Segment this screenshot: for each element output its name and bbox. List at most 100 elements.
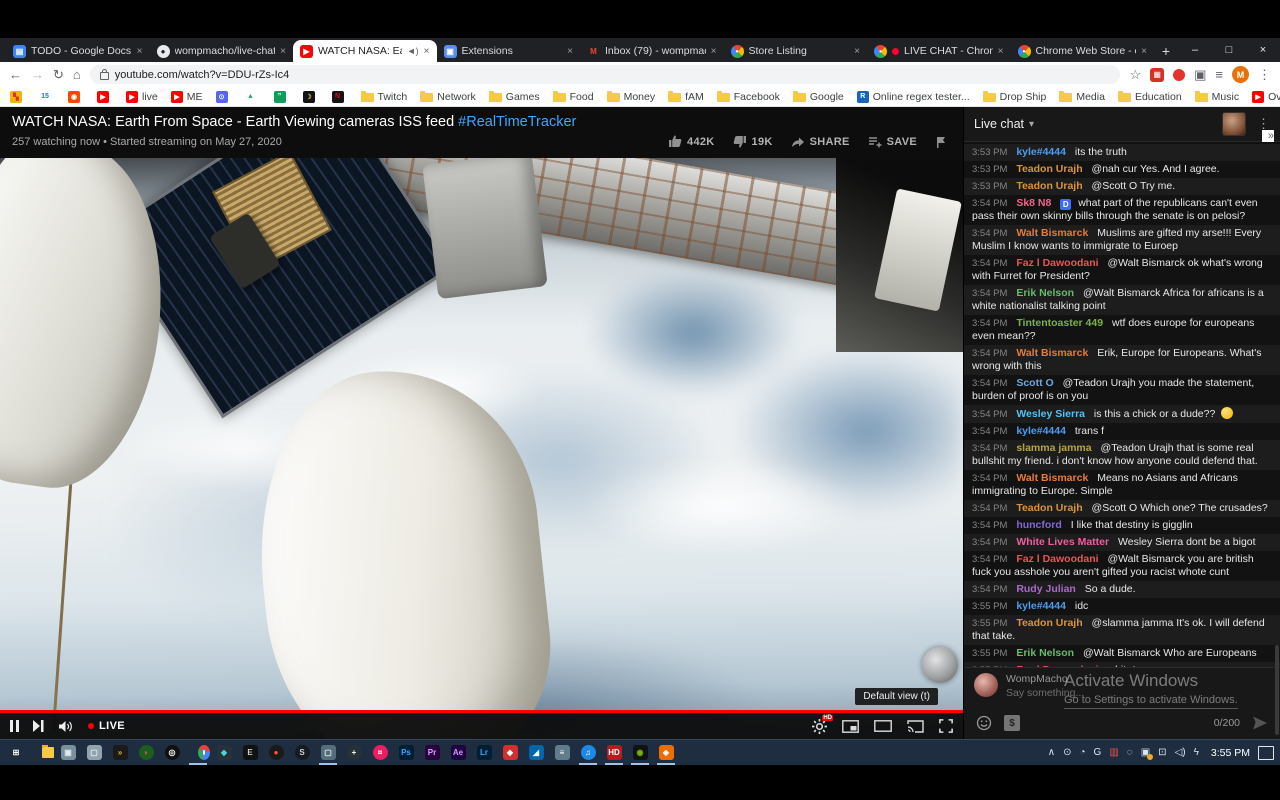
send-button[interactable] bbox=[1252, 716, 1268, 730]
bookmark-item[interactable]: Games bbox=[489, 91, 540, 103]
message-username[interactable]: Faz l Dawoodani bbox=[1016, 553, 1098, 565]
chat-message[interactable]: 3:55 PM Teadon Urajh @slamma jamma It's … bbox=[964, 615, 1280, 645]
home-icon[interactable]: ⌂ bbox=[73, 68, 81, 81]
taskbar-app-button[interactable] bbox=[186, 740, 210, 765]
chat-message[interactable]: 3:54 PM Sk8 N8 D what part of the republ… bbox=[964, 195, 1280, 225]
tab-close-icon[interactable]: × bbox=[1141, 46, 1147, 57]
taskbar-app-button[interactable]: ¤ bbox=[368, 740, 392, 765]
message-username[interactable]: Erik Nelson bbox=[1016, 287, 1074, 299]
message-username[interactable]: kyle#4444 bbox=[1016, 146, 1066, 158]
chat-scrollbar[interactable] bbox=[1275, 645, 1279, 735]
taskbar-app-button[interactable]: Lr bbox=[472, 740, 496, 765]
bookmark-item[interactable]: fAM bbox=[668, 91, 704, 103]
bookmark-item[interactable]: Media bbox=[1059, 91, 1105, 103]
tray-icon[interactable]: ∧ bbox=[1048, 748, 1055, 758]
message-username[interactable]: slamma jamma bbox=[1016, 442, 1091, 454]
profile-avatar[interactable]: M bbox=[1232, 66, 1249, 83]
taskbar-clock[interactable]: 3:55 PM bbox=[1205, 747, 1256, 759]
message-username[interactable]: huncford bbox=[1016, 519, 1062, 531]
chat-message-list[interactable]: 3:53 PM kyle#4444 its the truth 3:53 PM … bbox=[964, 142, 1280, 667]
taskbar-app-button[interactable]: ▢ bbox=[316, 740, 340, 765]
browser-tab[interactable]: • Store Listing × bbox=[724, 40, 868, 62]
browser-tab[interactable]: M Inbox (79) - wompmacho@ × bbox=[580, 40, 724, 62]
message-username[interactable]: Sk8 N8 bbox=[1016, 197, 1051, 209]
bookmark-item[interactable]: ▶ ME bbox=[171, 91, 203, 103]
bookmark-item[interactable]: ▶ live bbox=[126, 91, 158, 103]
chat-message[interactable]: 3:55 PM kyle#4444 idc bbox=[964, 598, 1280, 615]
reload-icon[interactable]: ↻ bbox=[53, 68, 64, 81]
live-chat-title[interactable]: Live chat bbox=[974, 117, 1024, 131]
tray-icon[interactable]: ▥ bbox=[1109, 748, 1118, 758]
live-indicator[interactable]: LIVE bbox=[88, 720, 125, 732]
bookmark-item[interactable]: ▶ Overwatch Conten... bbox=[1252, 91, 1280, 103]
chat-message[interactable]: 3:53 PM kyle#4444 its the truth bbox=[964, 144, 1280, 161]
chat-message[interactable]: 3:54 PM Rudy Julian So a dude. bbox=[964, 581, 1280, 598]
bookmark-item[interactable]: Twitch bbox=[361, 91, 408, 103]
chat-message[interactable]: 3:54 PM kyle#4444 trans f bbox=[964, 423, 1280, 440]
browser-tab[interactable]: ▣ Extensions × bbox=[437, 40, 581, 62]
chat-message[interactable]: 3:54 PM Walt Bismarck Erik, Europe for E… bbox=[964, 345, 1280, 375]
tab-close-icon[interactable]: × bbox=[711, 46, 717, 57]
bookmark-item[interactable]: 15 bbox=[39, 91, 55, 103]
chat-message[interactable]: 3:54 PM Faz l Dawoodani @Walt Bismarck o… bbox=[964, 255, 1280, 285]
tray-icon[interactable]: ◁) bbox=[1175, 748, 1186, 758]
chat-message[interactable]: 3:54 PM Tintentoaster 449 wtf does europ… bbox=[964, 315, 1280, 345]
bookmark-item[interactable]: N bbox=[332, 91, 348, 103]
tab-close-icon[interactable]: × bbox=[137, 46, 143, 57]
browser-tab[interactable]: • Chrome Web Store - emote × bbox=[1011, 40, 1155, 62]
taskbar-app-button[interactable]: ≡ bbox=[550, 740, 574, 765]
browser-tab[interactable]: ● wompmacho/live-chat: A C × bbox=[150, 40, 294, 62]
taskbar-app-button[interactable]: S bbox=[290, 740, 314, 765]
taskbar-app-button[interactable]: Ae bbox=[446, 740, 470, 765]
user-avatar[interactable] bbox=[974, 673, 998, 697]
close-button[interactable]: × bbox=[1246, 38, 1280, 62]
chat-message[interactable]: 3:55 PM Erik Nelson @Walt Bismarck Who a… bbox=[964, 645, 1280, 662]
theater-mode-button[interactable] bbox=[874, 720, 892, 732]
bookmark-item[interactable]: ◉ bbox=[68, 91, 84, 103]
taskbar-app-button[interactable]: ◆ bbox=[212, 740, 236, 765]
chat-message[interactable]: 3:54 PM slamma jamma @Teadon Urajh that … bbox=[964, 440, 1280, 470]
taskbar-app-button[interactable]: ▢ bbox=[82, 740, 106, 765]
bookmark-item[interactable]: Network bbox=[420, 91, 476, 103]
taskbar-app-button[interactable]: + bbox=[342, 740, 366, 765]
message-username[interactable]: Teadon Urajh bbox=[1016, 502, 1082, 514]
chat-message[interactable]: 3:53 PM Teadon Urajh @Scott O Try me. bbox=[964, 178, 1280, 195]
tray-icon[interactable]: ◔ bbox=[1079, 748, 1085, 758]
chevron-down-icon[interactable]: ▾ bbox=[1029, 119, 1034, 130]
settings-button[interactable]: HD bbox=[812, 719, 827, 734]
address-bar[interactable]: youtube.com/watch?v=DDU-rZs-Ic4 bbox=[90, 65, 1121, 84]
bookmark-item[interactable]: ” bbox=[274, 91, 290, 103]
bookmark-item[interactable]: ⊙ bbox=[216, 91, 232, 103]
like-button[interactable]: 442K bbox=[668, 135, 715, 148]
bookmark-star-icon[interactable]: ☆ bbox=[1129, 68, 1141, 81]
message-username[interactable]: Wesley Sierra bbox=[1016, 408, 1085, 420]
taskbar-app-button[interactable]: ◉ bbox=[628, 740, 652, 765]
bookmark-item[interactable]: Education bbox=[1118, 91, 1182, 103]
browser-tab[interactable]: ▤ TODO - Google Docs × bbox=[6, 40, 150, 62]
chat-message[interactable]: 3:54 PM Teadon Urajh @Scott O Which one?… bbox=[964, 500, 1280, 517]
tab-close-icon[interactable]: × bbox=[280, 46, 286, 57]
cast-button[interactable] bbox=[907, 720, 924, 733]
message-username[interactable]: Faz l Dawoodani bbox=[1016, 664, 1098, 667]
taskbar-app-button[interactable]: ◗ bbox=[134, 740, 158, 765]
bookmark-item[interactable]: Music bbox=[1195, 91, 1239, 103]
bookmark-item[interactable]: ☽ bbox=[303, 91, 319, 103]
taskbar-app-button[interactable]: ♫ bbox=[576, 740, 600, 765]
message-username[interactable]: Walt Bismarck bbox=[1016, 347, 1088, 359]
chat-message[interactable]: 3:54 PM White Lives Matter Wesley Sierra… bbox=[964, 534, 1280, 551]
menu-kebab-icon[interactable]: ⋮ bbox=[1258, 68, 1271, 81]
video-hashtag[interactable]: #RealTimeTracker bbox=[458, 114, 576, 130]
miniplayer-button[interactable] bbox=[842, 720, 859, 733]
tray-icon[interactable]: ϟ bbox=[1194, 748, 1199, 758]
save-button[interactable]: SAVE bbox=[868, 136, 917, 148]
extensions-puzzle-icon[interactable]: ▣ bbox=[1194, 68, 1206, 81]
superchat-dollar-button[interactable]: $ bbox=[1004, 715, 1020, 731]
chat-message[interactable]: 3:54 PM huncford I like that destiny is … bbox=[964, 517, 1280, 534]
message-username[interactable]: White Lives Matter bbox=[1016, 536, 1109, 548]
chat-message[interactable]: 3:54 PM Walt Bismarck Muslims are gifted… bbox=[964, 225, 1280, 255]
taskbar-app-button[interactable]: Ps bbox=[394, 740, 418, 765]
tab-close-icon[interactable]: × bbox=[998, 46, 1004, 57]
chat-message[interactable]: 3:54 PM Erik Nelson @Walt Bismarck Afric… bbox=[964, 285, 1280, 315]
browser-tab[interactable]: • LIVE CHAT - Chrome W × bbox=[867, 40, 1011, 62]
message-username[interactable]: Teadon Urajh bbox=[1016, 163, 1082, 175]
